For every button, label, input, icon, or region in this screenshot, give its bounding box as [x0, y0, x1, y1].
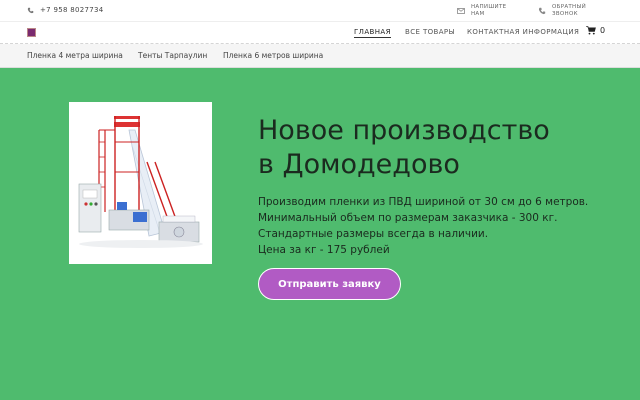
phone-contact[interactable]: +7 958 8027734 — [27, 6, 104, 14]
category-film-6m[interactable]: Пленка 6 метров ширина — [223, 51, 323, 60]
hero-description: Производим пленки из ПВД шириной от 30 с… — [258, 194, 628, 258]
nav-contacts[interactable]: КОНТАКТНАЯ ИНФОРМАЦИЯ — [467, 28, 579, 36]
hero-section: Новое производство в Домодедово Производ… — [0, 68, 640, 400]
mail-icon — [457, 8, 465, 14]
category-tarpaulin[interactable]: Тенты Тарпаулин — [138, 51, 207, 60]
callback-link[interactable]: ОБРАТНЫЙ ЗВОНОК — [538, 4, 586, 18]
cart-count: 0 — [600, 26, 606, 35]
hero-title: Новое производство в Домодедово — [258, 115, 550, 180]
callback-label[interactable]: ОБРАТНЫЙ ЗВОНОК — [552, 4, 586, 18]
cart-button[interactable]: 0 — [586, 26, 605, 35]
hero-text-line: Минимальный объем по размерам заказчика … — [258, 212, 558, 224]
hero-text-line: Производим пленки из ПВД шириной от 30 с… — [258, 196, 589, 208]
logo-icon[interactable] — [27, 28, 36, 37]
write-us-link[interactable]: НАПИШИТЕ НАМ — [457, 4, 506, 18]
hero-text-line: Стандартные размеры всегда в наличии. — [258, 228, 489, 240]
cart-icon — [586, 26, 596, 35]
write-us-label[interactable]: НАПИШИТЕ НАМ — [471, 4, 506, 18]
main-nav: ГЛАВНАЯ ВСЕ ТОВАРЫ КОНТАКТНАЯ ИНФОРМАЦИЯ… — [0, 22, 640, 43]
top-bar: +7 958 8027734 НАПИШИТЕ НАМ ОБРАТНЫЙ ЗВО… — [0, 0, 640, 22]
hero-text-line: Цена за кг - 175 рублей — [258, 244, 390, 256]
send-request-button[interactable]: Отправить заявку — [258, 268, 401, 300]
machine-illustration — [78, 116, 203, 248]
phone-number[interactable]: +7 958 8027734 — [40, 6, 104, 14]
nav-home[interactable]: ГЛАВНАЯ — [354, 28, 391, 38]
phone-icon — [27, 7, 34, 13]
category-film-4m[interactable]: Пленка 4 метра ширина — [27, 51, 123, 60]
product-machine-image — [69, 102, 212, 264]
nav-all-products[interactable]: ВСЕ ТОВАРЫ — [405, 28, 455, 36]
category-bar: Пленка 4 метра ширина Тенты Тарпаулин Пл… — [0, 44, 640, 68]
callback-phone-icon — [538, 7, 546, 15]
